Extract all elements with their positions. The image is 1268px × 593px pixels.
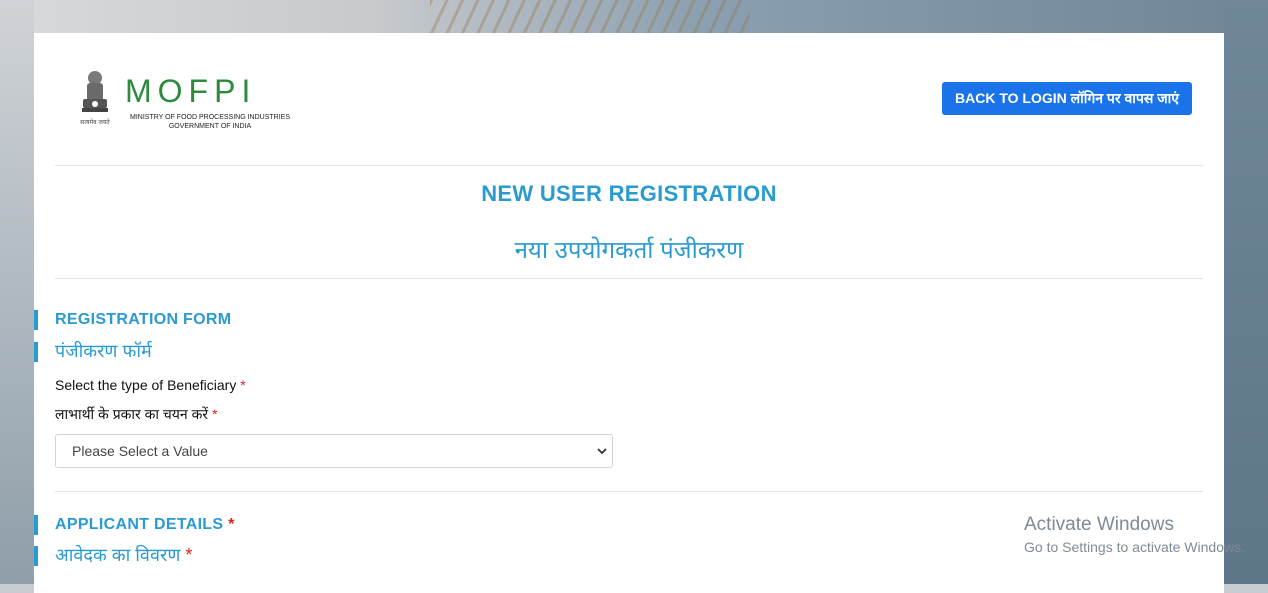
required-asterisk: * (211, 406, 218, 422)
beneficiary-type-label-hindi: लाभार्थी के प्रकार का चयन करें * (55, 405, 217, 424)
background-left (0, 0, 34, 584)
registration-form-heading: REGISTRATION FORM (55, 311, 232, 328)
beneficiary-type-select[interactable]: Please Select a Value (55, 434, 613, 468)
activate-windows-title: Activate Windows (1024, 514, 1174, 535)
national-emblem-icon: सत्यमेव जयते (80, 71, 110, 126)
background-right (1224, 0, 1268, 584)
section-marker (34, 515, 38, 535)
registration-form-heading-hindi: पंजीकरण फॉर्म (55, 341, 152, 361)
section-marker (34, 310, 38, 330)
required-asterisk: * (228, 516, 235, 533)
background-wheat (430, 0, 750, 33)
section-marker (34, 546, 38, 566)
chevron-down-icon (597, 448, 607, 455)
applicant-details-heading: APPLICANT DETAILS * (55, 516, 235, 534)
activate-windows-subtitle: Go to Settings to activate Windows. (1024, 539, 1245, 555)
divider-top (55, 165, 1203, 166)
mofpi-logo[interactable]: सत्यमेव जयते MOFPI MINISTRY OF FOOD PROC… (78, 69, 298, 133)
divider-title (55, 278, 1203, 279)
beneficiary-type-label-text: Select the type of Beneficiary (55, 377, 237, 393)
applicant-details-heading-hindi: आवेदक का विवरण * (55, 543, 192, 567)
required-asterisk: * (185, 545, 193, 565)
registration-card: सत्यमेव जयते MOFPI MINISTRY OF FOOD PROC… (34, 33, 1224, 593)
required-asterisk: * (240, 377, 246, 393)
logo-wordmark: MOFPI (125, 73, 257, 109)
logo-subtitle: MINISTRY OF FOOD PROCESSING INDUSTRIES G… (125, 113, 295, 131)
back-to-login-button[interactable]: BACK TO LOGIN लॉगिन पर वापस जाएं (942, 82, 1192, 115)
logo-subtitle-line2: GOVERNMENT OF INDIA (168, 123, 252, 130)
svg-text:सत्यमेव जयते: सत्यमेव जयते (80, 118, 110, 126)
section-marker (34, 342, 38, 362)
applicant-details-heading-text: APPLICANT DETAILS (55, 516, 224, 533)
beneficiary-type-label-hindi-text: लाभार्थी के प्रकार का चयन करें (55, 406, 209, 422)
beneficiary-type-label: Select the type of Beneficiary * (55, 377, 246, 393)
divider-form (55, 491, 1203, 492)
applicant-details-heading-hindi-text: आवेदक का विवरण (55, 545, 181, 565)
logo-subtitle-line1: MINISTRY OF FOOD PROCESSING INDUSTRIES (130, 114, 290, 121)
page-title: NEW USER REGISTRATION (481, 181, 777, 206)
page-title-hindi: नया उपयोगकर्ता पंजीकरण (514, 237, 744, 264)
